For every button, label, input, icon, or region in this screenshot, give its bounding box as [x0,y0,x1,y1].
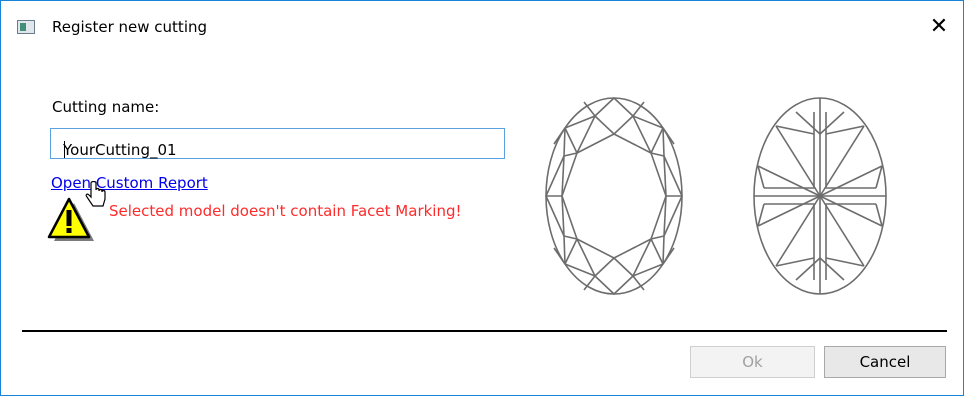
cutting-name-value: YourCutting_01 [63,141,177,159]
title-bar[interactable]: Register new cutting ✕ [1,1,963,57]
dialog-window: Register new cutting ✕ Cutting name: You… [0,0,964,396]
oval-crown-view [545,97,683,295]
cutting-name-input[interactable]: YourCutting_01 [50,128,505,159]
oval-pavilion-view [753,97,887,295]
ok-button[interactable]: Ok [690,346,815,378]
text-caret [64,141,65,158]
dialog-title: Register new cutting [52,18,208,36]
hand-cursor-icon [85,181,106,207]
close-button[interactable]: ✕ [923,12,955,42]
cancel-button[interactable]: Cancel [824,346,946,378]
footer-divider [22,330,947,332]
warning-message: Selected model doesn't contain Facet Mar… [109,202,462,220]
open-custom-report-link[interactable]: Open Custom Report [51,174,208,192]
cutting-name-label: Cutting name: [52,98,160,116]
app-window-icon [17,20,35,34]
